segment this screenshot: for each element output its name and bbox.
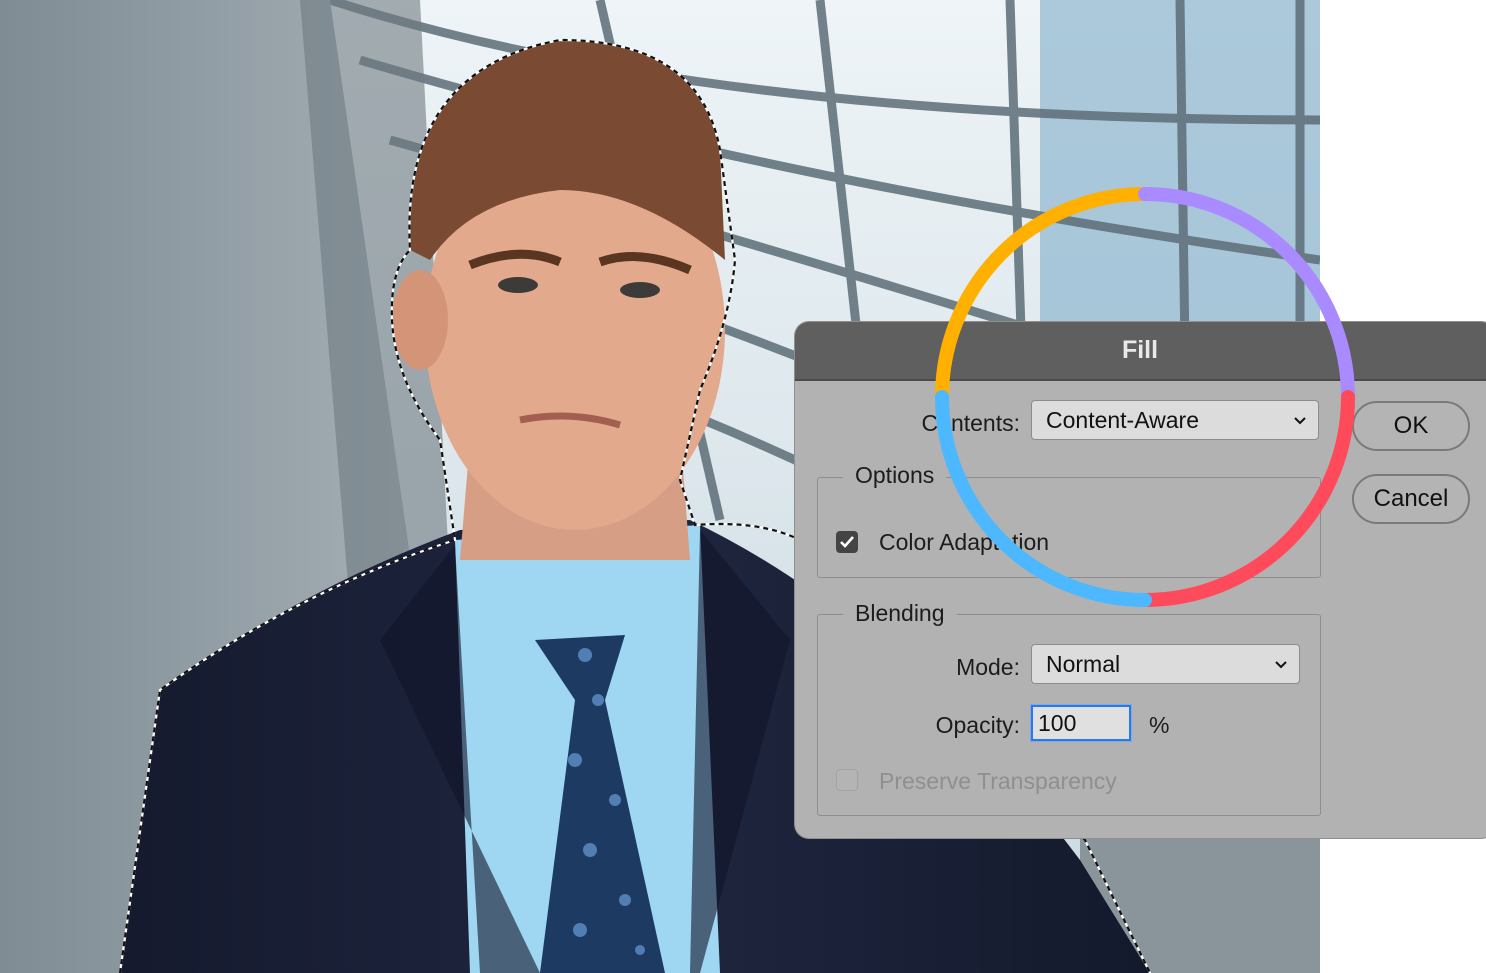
preserve-transparency-checkbox[interactable] (836, 769, 858, 791)
checkmark-icon (840, 536, 854, 548)
contents-select[interactable]: Content-Aware (1031, 400, 1319, 440)
chevron-down-icon (1294, 417, 1306, 425)
blending-group-title: Blending (843, 600, 957, 627)
mode-select[interactable]: Normal (1031, 644, 1300, 684)
dialog-title: Fill (1121, 336, 1159, 364)
opacity-input-value: 100 (1038, 709, 1077, 736)
opacity-label: Opacity: (935, 712, 1020, 738)
mode-select-value: Normal (1046, 650, 1121, 677)
options-group (817, 477, 1321, 578)
preserve-transparency-label: Preserve Transparency (879, 768, 1117, 794)
mode-label: Mode: (956, 654, 1020, 680)
dialog-titlebar[interactable]: Fill (795, 322, 1486, 381)
color-adaptation-label[interactable]: Color Adaptation (879, 529, 1049, 556)
ok-button[interactable]: OK (1352, 401, 1470, 451)
fill-dialog: Fill Contents: Content-Aware Options Col… (795, 322, 1486, 838)
chevron-down-icon (1275, 661, 1287, 669)
contents-label: Contents: (921, 410, 1020, 436)
opacity-unit: % (1149, 712, 1170, 738)
color-adaptation-checkbox[interactable] (836, 531, 858, 553)
contents-select-value: Content-Aware (1046, 406, 1199, 433)
opacity-input[interactable]: 100 (1030, 704, 1132, 742)
options-group-title: Options (843, 462, 947, 489)
cancel-button[interactable]: Cancel (1352, 474, 1470, 524)
